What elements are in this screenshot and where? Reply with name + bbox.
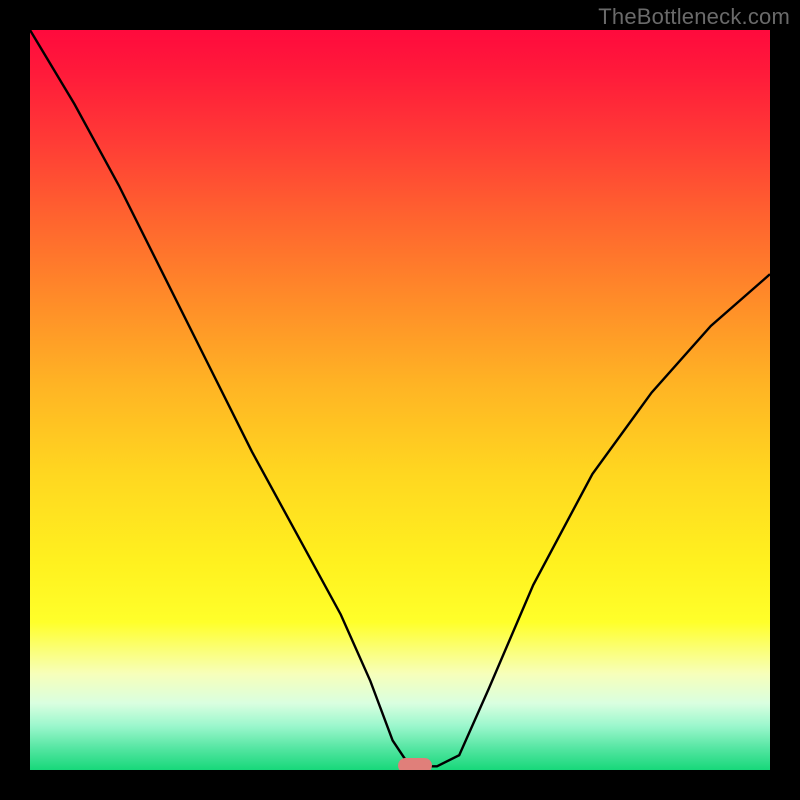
bottleneck-curve bbox=[30, 30, 770, 770]
chart-frame: TheBottleneck.com bbox=[0, 0, 800, 800]
plot-area bbox=[30, 30, 770, 770]
optimal-marker bbox=[398, 758, 432, 770]
curve-path bbox=[30, 30, 770, 766]
watermark-text: TheBottleneck.com bbox=[598, 4, 790, 30]
